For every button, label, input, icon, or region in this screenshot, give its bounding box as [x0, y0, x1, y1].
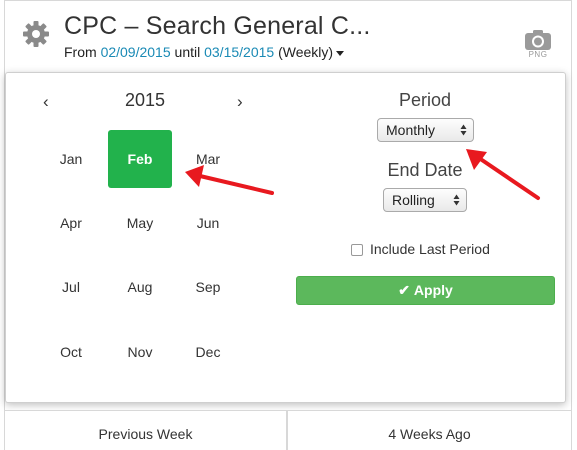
month-jul[interactable]: Jul — [39, 258, 103, 316]
month-feb[interactable]: Feb — [108, 130, 172, 188]
month-dec[interactable]: Dec — [176, 323, 240, 381]
tab-previous-week[interactable]: Previous Week — [4, 410, 287, 450]
month-nov[interactable]: Nov — [108, 323, 172, 381]
month-jun[interactable]: Jun — [176, 194, 240, 252]
subtitle-granularity: (Weekly) — [274, 44, 334, 60]
subtitle-mid: until — [170, 44, 205, 60]
end-date-select-value: Rolling — [392, 192, 435, 208]
period-label: Period — [398, 90, 452, 110]
date-to[interactable]: 03/15/2015 — [204, 44, 274, 60]
check-icon: ✔ — [398, 282, 410, 298]
include-last-period-checkbox[interactable] — [351, 244, 363, 256]
end-date-label: End Date — [387, 160, 463, 180]
month-oct[interactable]: Oct — [39, 323, 103, 381]
apply-label: Apply — [413, 282, 453, 298]
period-select-value: Monthly — [386, 122, 436, 138]
month-aug[interactable]: Aug — [108, 258, 172, 316]
month-apr[interactable]: Apr — [39, 194, 103, 252]
date-range-subtitle[interactable]: From 02/09/2015 until 03/15/2015 (Weekly… — [64, 44, 345, 60]
subtitle-prefix: From — [64, 44, 101, 60]
prev-year-button[interactable]: ‹ — [43, 92, 49, 112]
year-label: 2015 — [124, 90, 166, 110]
export-png-label[interactable]: PNG — [522, 50, 554, 59]
widget-header: CPC – Search General C... From 02/09/201… — [0, 0, 577, 72]
month-mar[interactable]: Mar — [176, 130, 240, 188]
select-arrows-icon — [453, 194, 460, 206]
next-year-button[interactable]: › — [237, 92, 243, 112]
page-title: CPC – Search General C... — [64, 12, 371, 40]
month-may[interactable]: May — [108, 194, 172, 252]
month-sep[interactable]: Sep — [176, 258, 240, 316]
period-select[interactable]: Monthly — [377, 118, 474, 142]
gear-icon[interactable] — [22, 20, 50, 48]
date-from[interactable]: 02/09/2015 — [101, 44, 171, 60]
include-last-period-label[interactable]: Include Last Period — [370, 241, 490, 257]
apply-button[interactable]: ✔ Apply — [296, 276, 555, 305]
month-jan[interactable]: Jan — [39, 130, 103, 188]
select-arrows-icon — [460, 124, 467, 136]
chevron-down-icon[interactable] — [336, 50, 345, 56]
tab-4-weeks-ago[interactable]: 4 Weeks Ago — [287, 410, 572, 450]
end-date-select[interactable]: Rolling — [383, 188, 467, 212]
